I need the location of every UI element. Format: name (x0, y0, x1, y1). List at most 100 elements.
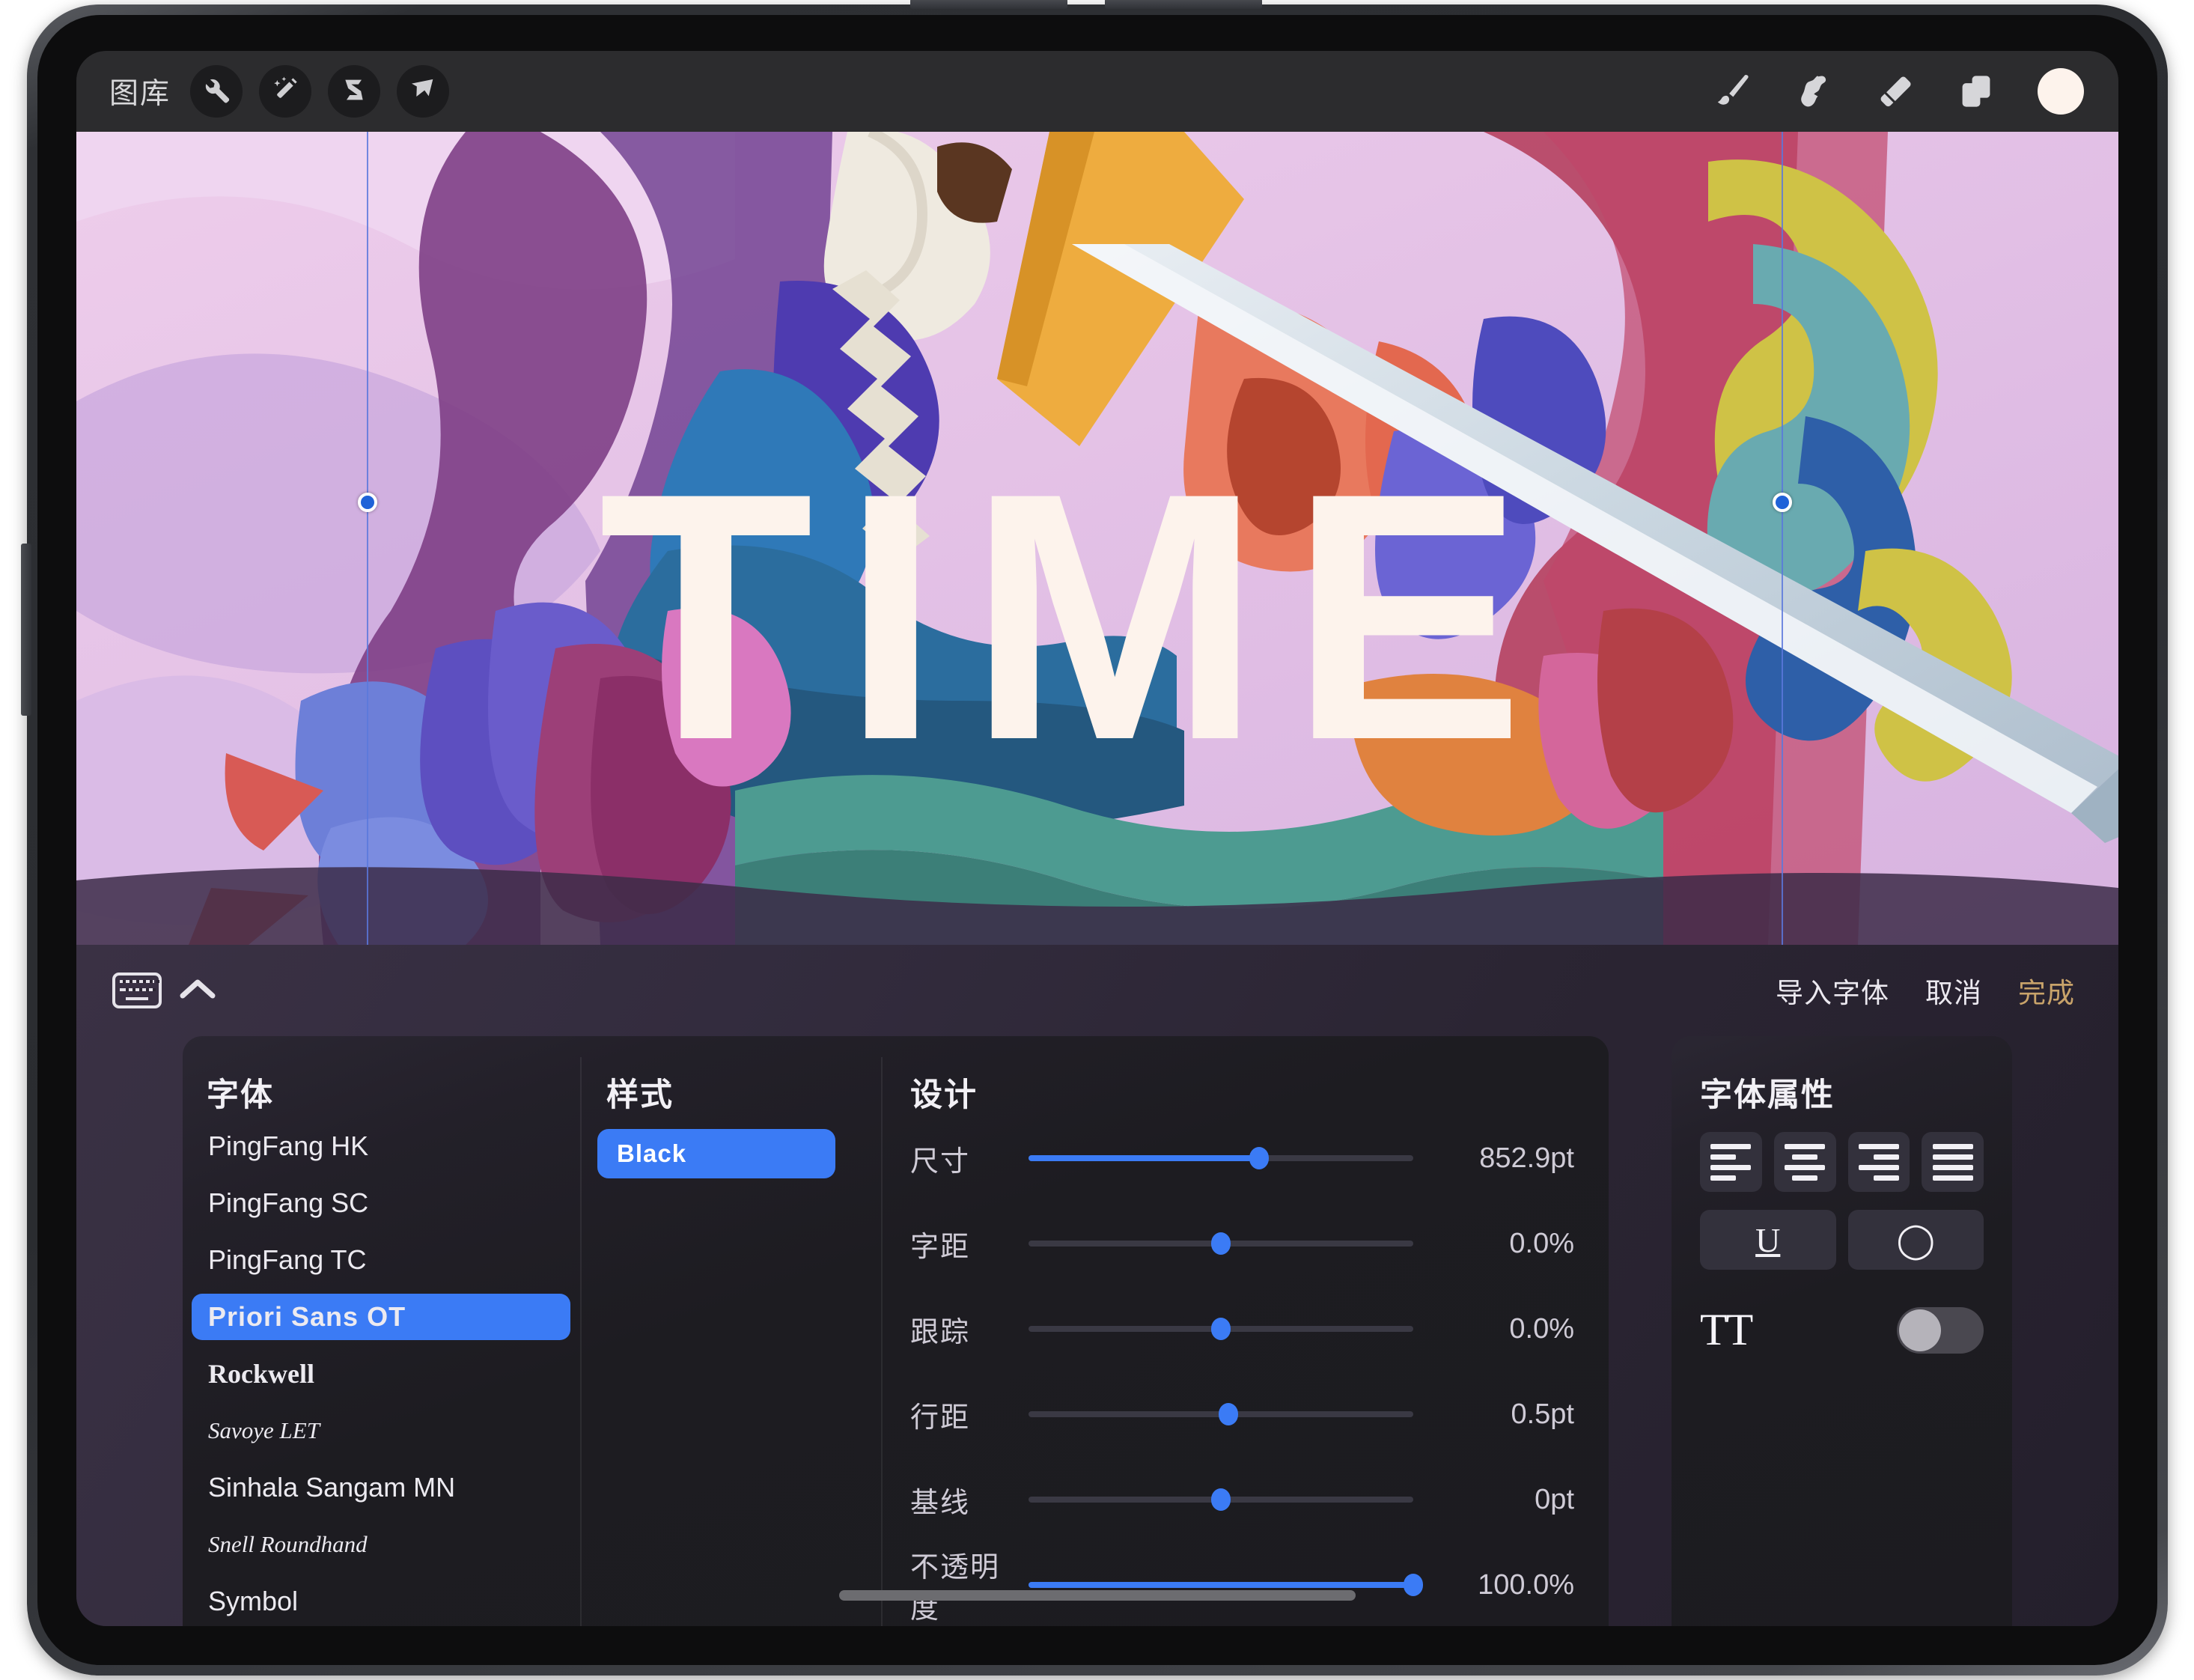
paintbrush-icon (1714, 72, 1753, 111)
align-right-button[interactable] (1847, 1132, 1910, 1192)
all-caps-toggle[interactable] (1897, 1306, 1984, 1354)
eraser-button[interactable] (1876, 72, 1915, 111)
slider-label: 不透明度 (910, 1552, 1001, 1625)
slider-track[interactable] (1029, 1318, 1413, 1340)
slider-row[interactable]: 跟踪 0.0% (882, 1303, 1574, 1355)
font-list-item[interactable]: PingFang SC (192, 1180, 570, 1226)
slider-row[interactable]: 字距 0.0% (882, 1217, 1574, 1270)
outline-icon: ◯ (1896, 1221, 1935, 1259)
canvas-text-layer[interactable]: TIME (353, 430, 1798, 827)
style-column: 样式 Black (581, 1036, 880, 1626)
toolbar-right-group (1714, 68, 2090, 115)
align-center-button[interactable] (1773, 1132, 1836, 1192)
gallery-button[interactable]: 图库 (102, 70, 171, 112)
font-list-item[interactable]: Savoye LET (192, 1407, 570, 1454)
selection-button[interactable] (328, 65, 381, 118)
keyboard-icon[interactable] (112, 973, 162, 1008)
all-caps-row: TT (1700, 1304, 1984, 1356)
slider-knob[interactable] (1249, 1147, 1270, 1169)
adjustments-button[interactable] (259, 65, 312, 118)
text-editor-panel: 导入字体 取消 完成 字体 PingFang HK PingFang SC Ping… (76, 945, 2118, 1626)
screen: 图库 TIME 导入字体 取消 完成 字体 PingFang HK PingFa… (76, 51, 2118, 1626)
font-list-item[interactable]: PingFang HK (192, 1123, 570, 1169)
ipad-device: 图库 TIME 导入字体 取消 完成 字体 PingFang HK PingFa… (21, 0, 2168, 1676)
editor-topbar: 导入字体 取消 完成 (76, 945, 2118, 1036)
transform-button[interactable] (397, 65, 450, 118)
magic-wand-icon (270, 75, 300, 109)
slider-value: 852.9pt (1479, 1142, 1574, 1174)
align-left-button[interactable] (1700, 1132, 1762, 1192)
volume-up-button[interactable] (910, 0, 1067, 9)
underline-button[interactable]: U (1700, 1210, 1836, 1270)
slider-row[interactable]: 行距 0.5pt (882, 1388, 1574, 1440)
slider-knob[interactable] (1211, 1232, 1231, 1255)
slider-track[interactable] (1029, 1232, 1413, 1255)
slider-label: 基线 (910, 1487, 971, 1519)
slider-knob[interactable] (1219, 1403, 1239, 1425)
align-justify-button[interactable] (1922, 1132, 1984, 1192)
slider-track[interactable] (1029, 1488, 1413, 1511)
text-guide-left (367, 132, 368, 945)
editor-panels: 字体 PingFang HK PingFang SC PingFang TC Prio… (76, 1036, 2118, 1626)
actions-wrench-button[interactable] (190, 65, 243, 118)
smudge-button[interactable] (1795, 72, 1834, 111)
paintbrush-button[interactable] (1714, 72, 1753, 111)
home-indicator[interactable] (839, 1590, 1356, 1601)
font-list[interactable]: PingFang HK PingFang SC PingFang TC Priori … (183, 1123, 579, 1626)
slider-knob[interactable] (1211, 1318, 1231, 1340)
design-title: 设计 (910, 1077, 978, 1113)
slider-value: 0.0% (1509, 1227, 1574, 1259)
cancel-button[interactable]: 取消 (1925, 970, 1982, 1011)
slider-track[interactable] (1029, 1147, 1413, 1169)
eraser-icon (1876, 72, 1915, 111)
slider-row[interactable]: 不透明度 100.0% (882, 1552, 1574, 1625)
slider-row[interactable]: 尺寸 852.9pt (882, 1132, 1574, 1184)
slider-knob[interactable] (1211, 1488, 1231, 1511)
transform-arrow-icon (408, 75, 438, 109)
slider-label: 行距 (910, 1401, 971, 1434)
underline-icon: U (1755, 1220, 1781, 1259)
text-guide-right (1782, 132, 1783, 945)
align-center-icon (1785, 1143, 1826, 1181)
layers-icon (1957, 72, 1996, 111)
slider-label: 跟踪 (910, 1316, 971, 1348)
done-button[interactable]: 完成 (2018, 970, 2075, 1011)
text-handle-left[interactable] (358, 493, 377, 512)
keyboard-toggle-group[interactable] (112, 973, 216, 1008)
style-option-black[interactable]: Black (597, 1129, 835, 1178)
slider-value: 100.0% (1478, 1568, 1574, 1601)
power-button[interactable] (21, 544, 31, 716)
top-toolbar: 图库 (76, 51, 2118, 132)
font-list-item[interactable]: PingFang TC (192, 1237, 570, 1283)
font-list-item[interactable]: Rockwell (192, 1351, 570, 1397)
artwork-canvas[interactable]: TIME (76, 132, 2118, 945)
slider-fill (1029, 1155, 1260, 1161)
text-decoration-group: U ◯ (1700, 1210, 1984, 1270)
alignment-button-group (1700, 1132, 1984, 1192)
font-list-item[interactable]: Sinhala Sangam MN (192, 1464, 570, 1511)
font-list-item[interactable]: Symbol (192, 1578, 570, 1625)
font-settings-card: 字体 PingFang HK PingFang SC PingFang TC Prio… (183, 1036, 1609, 1626)
color-swatch-button[interactable] (2038, 68, 2084, 115)
slider-value: 0.5pt (1511, 1398, 1574, 1430)
slider-track[interactable] (1029, 1574, 1423, 1596)
layers-button[interactable] (1957, 72, 1996, 111)
volume-down-button[interactable] (1105, 0, 1262, 9)
align-left-icon (1710, 1143, 1752, 1181)
design-column: 设计 尺寸 852.9pt 字距 0.0% 跟踪 0.0% 行距 0.5pt 基线 0pt 不透明度… (882, 1036, 1609, 1626)
outline-button[interactable]: ◯ (1847, 1210, 1984, 1270)
import-font-button[interactable]: 导入字体 (1776, 970, 1889, 1011)
slider-knob[interactable] (1404, 1574, 1423, 1596)
all-caps-icon: TT (1700, 1305, 1753, 1354)
text-handle-right[interactable] (1773, 493, 1792, 512)
fonts-title: 字体 (207, 1077, 274, 1113)
slider-row[interactable]: 基线 0pt (882, 1473, 1574, 1526)
chevron-up-icon[interactable] (180, 978, 216, 1004)
slider-fill (1029, 1582, 1413, 1588)
font-list-item[interactable]: Snell Roundhand (192, 1521, 570, 1568)
slider-track[interactable] (1029, 1403, 1413, 1425)
font-list-item[interactable]: Priori Sans OT (192, 1294, 570, 1340)
slider-label: 字距 (910, 1231, 971, 1263)
slider-label: 尺寸 (910, 1145, 971, 1178)
attributes-title: 字体属性 (1700, 1077, 1835, 1113)
